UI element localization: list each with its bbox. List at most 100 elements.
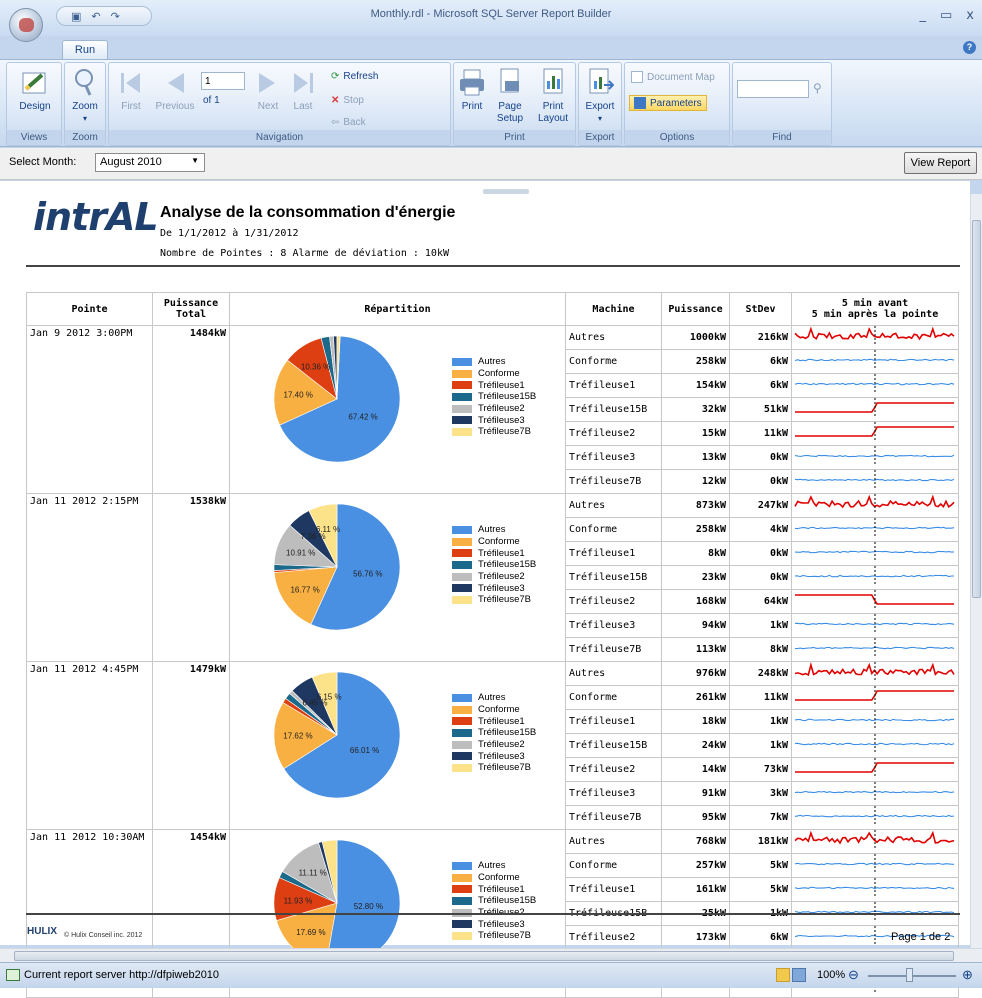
maximize-button[interactable]: ▭ bbox=[940, 8, 952, 23]
legend-label: Tréfileuse15B bbox=[478, 727, 537, 739]
page-setup-label: Page Setup bbox=[496, 101, 524, 124]
print-layout-button[interactable]: Print Layout bbox=[534, 67, 572, 125]
stop-button[interactable]: ✕ Stop bbox=[331, 95, 364, 106]
refresh-icon: ⟳ bbox=[331, 71, 340, 82]
legend-swatch bbox=[452, 705, 472, 714]
sparkline-cell bbox=[791, 445, 959, 470]
first-page-button[interactable]: First bbox=[115, 69, 147, 113]
sparkline-cell bbox=[791, 877, 959, 902]
print-layout-icon bbox=[543, 68, 563, 94]
legend-item: Tréfileuse3 bbox=[452, 750, 536, 762]
table-row: Jan 9 2012 3:00PM 1484kW 67.42 % 17.40 % 10.… bbox=[26, 325, 959, 494]
sparkline-cell bbox=[791, 373, 959, 398]
help-icon[interactable]: ? bbox=[963, 41, 976, 54]
machine-name: Conforme bbox=[565, 853, 662, 878]
intral-logo: intrAL bbox=[33, 195, 159, 239]
pie-legend: Autres Conforme Tréfileuse1 Tréfileuse15B Tr… bbox=[452, 692, 536, 774]
legend-item: Tréfileuse3 bbox=[452, 918, 536, 930]
report-date-range: De 1/1/2012 à 1/31/2012 bbox=[160, 228, 299, 239]
previous-page-button[interactable]: Previous bbox=[153, 69, 197, 113]
power-sparkline bbox=[794, 710, 955, 730]
pie-data-label: 17.62 % bbox=[283, 731, 312, 740]
print-icon bbox=[460, 69, 484, 96]
legend-swatch bbox=[452, 525, 472, 534]
repartition-cell: 66.01 % 17.62 % 6.15 % 6.45 % Autres Conforme… bbox=[229, 661, 566, 830]
col-header-sparkline: 5 min avant 5 min après la pointe bbox=[791, 292, 959, 326]
machine-name: Tréfileuse7B bbox=[565, 469, 662, 494]
peak-time: Jan 9 2012 3:00PM bbox=[26, 325, 153, 494]
pie-data-label: 10.36 % bbox=[301, 362, 330, 371]
vertical-scroll-thumb[interactable] bbox=[972, 220, 981, 598]
machine-stdev: 11kW bbox=[729, 685, 792, 710]
zoom-slider-thumb[interactable] bbox=[906, 968, 913, 982]
design-button[interactable]: Design bbox=[14, 67, 56, 113]
legend-item: Tréfileuse1 bbox=[452, 547, 536, 559]
zoom-out-icon[interactable]: ⊖ bbox=[848, 967, 859, 983]
export-button[interactable]: Export ▾ bbox=[581, 67, 619, 125]
navigation-group-label: Navigation bbox=[109, 130, 450, 145]
horizontal-scrollbar[interactable] bbox=[0, 948, 982, 962]
parameters-splitter-handle[interactable] bbox=[483, 189, 529, 194]
sparkline-cell bbox=[791, 397, 959, 422]
machine-name: Tréfileuse1 bbox=[565, 373, 662, 398]
vertical-scrollbar[interactable] bbox=[970, 194, 982, 948]
print-button[interactable]: Print bbox=[458, 67, 486, 113]
month-select[interactable]: August 2010 ▼ bbox=[95, 153, 205, 172]
zoom-in-icon[interactable]: ⊕ bbox=[962, 967, 973, 983]
machine-stdev: 3kW bbox=[729, 781, 792, 806]
pie-legend: Autres Conforme Tréfileuse1 Tréfileuse15B Tr… bbox=[452, 356, 536, 438]
legend-swatch bbox=[452, 717, 472, 726]
peaks-table: Pointe Puissance Total Répartition Machi… bbox=[26, 292, 959, 998]
ribbon-group-options: Document Map Parameters Options bbox=[624, 62, 730, 146]
horizontal-scroll-thumb[interactable] bbox=[14, 951, 954, 961]
power-sparkline bbox=[794, 854, 955, 874]
application-menu-button[interactable] bbox=[9, 8, 43, 42]
last-label: Last bbox=[293, 101, 313, 112]
machine-name: Autres bbox=[565, 829, 662, 854]
document-map-button[interactable]: Document Map bbox=[631, 71, 715, 83]
find-binoculars-icon[interactable]: ⚲ bbox=[813, 81, 822, 95]
sparkline-cell bbox=[791, 757, 959, 782]
page-setup-icon bbox=[500, 68, 519, 93]
ribbon-group-views: Design Views bbox=[6, 62, 62, 146]
pie-data-label: 52.80 % bbox=[354, 902, 383, 911]
stop-label: Stop bbox=[343, 95, 364, 106]
page-setup-button[interactable]: Page Setup bbox=[492, 67, 528, 125]
tab-run[interactable]: Run bbox=[62, 40, 108, 60]
first-page-icon bbox=[121, 73, 140, 93]
next-page-button[interactable]: Next bbox=[251, 69, 285, 113]
view-report-button[interactable]: View Report bbox=[904, 152, 977, 174]
view-mode-icon[interactable] bbox=[776, 968, 790, 982]
select-month-label: Select Month: bbox=[9, 156, 77, 168]
refresh-button[interactable]: ⟳ Refresh bbox=[331, 71, 378, 82]
legend-label: Tréfileuse3 bbox=[478, 582, 525, 594]
parameters-bar: Select Month: August 2010 ▼ View Report bbox=[0, 148, 982, 180]
hulix-logo: HULIX bbox=[27, 926, 57, 937]
machine-stdev: 0kW bbox=[729, 565, 792, 590]
back-button[interactable]: ⇦ Back bbox=[331, 117, 366, 128]
power-sparkline bbox=[794, 734, 955, 754]
find-input[interactable] bbox=[737, 80, 809, 98]
page-view-icon[interactable] bbox=[792, 968, 806, 982]
previous-page-icon bbox=[168, 73, 184, 93]
power-sparkline bbox=[795, 590, 954, 610]
zoom-button[interactable]: Zoom ▾ bbox=[67, 67, 103, 125]
pie-data-label: 17.69 % bbox=[296, 928, 325, 937]
pie-data-label: 56.76 % bbox=[353, 570, 382, 579]
power-sparkline bbox=[794, 782, 955, 802]
table-row: Jan 11 2012 4:45PM 1479kW 66.01 % 17.62 % 6.… bbox=[26, 661, 959, 830]
pie-data-label: 16.77 % bbox=[290, 586, 319, 595]
close-button[interactable]: x bbox=[966, 8, 974, 23]
page-number-input[interactable] bbox=[201, 72, 245, 90]
power-sparkline bbox=[795, 758, 954, 778]
parameters-button[interactable]: Parameters bbox=[629, 95, 707, 111]
machine-stdev: 4kW bbox=[729, 517, 792, 542]
minimize-button[interactable]: _ bbox=[920, 8, 927, 23]
legend-item: Tréfileuse15B bbox=[452, 727, 536, 739]
power-sparkline bbox=[794, 806, 955, 826]
machine-power: 768kW bbox=[661, 829, 730, 854]
last-page-button[interactable]: Last bbox=[287, 69, 319, 113]
report-summary: Nombre de Pointes : 8 Alarme de déviatio… bbox=[160, 248, 449, 259]
power-sparkline bbox=[794, 542, 955, 562]
refresh-label: Refresh bbox=[343, 71, 379, 82]
